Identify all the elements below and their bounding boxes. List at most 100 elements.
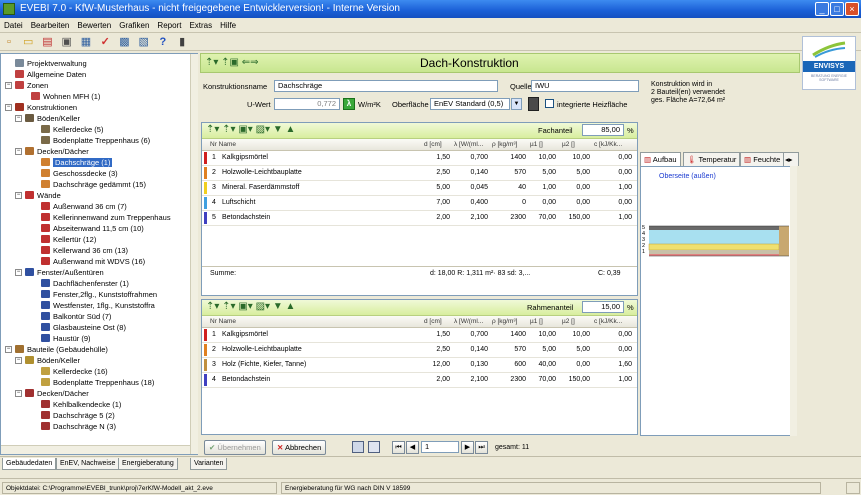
- tree-item[interactable]: Balkontür Süd (7): [41, 311, 111, 322]
- tree-item[interactable]: Dachflächenfenster (1): [41, 278, 129, 289]
- menu-item-6[interactable]: Hilfe: [216, 18, 240, 33]
- table-row[interactable]: 5 Betondachstein 2,00 2,100 2300 70,00 150,00 1…: [202, 211, 637, 226]
- tree-expand-toggle[interactable]: −: [15, 192, 22, 199]
- frame-share-input[interactable]: 15,00: [582, 301, 624, 313]
- tree-item[interactable]: Wände: [25, 190, 61, 201]
- header-tool-icons[interactable]: ⇡▾ ⇡▣ ⇐⇒: [205, 57, 259, 68]
- table-row[interactable]: 1 Kalkgipsmörtel 1,50 0,700 1400 10,00 10,00 0,…: [202, 328, 637, 343]
- open-icon[interactable]: ▭: [22, 36, 34, 48]
- cancel-button[interactable]: ✕ Abbrechen: [272, 440, 327, 455]
- tree-item[interactable]: Dachschräge 5 (2): [41, 410, 115, 421]
- tree-item[interactable]: Wohnen MFH (1): [31, 91, 100, 102]
- tree-item[interactable]: Böden/Keller: [25, 113, 80, 124]
- chevron-down-icon[interactable]: ▼: [511, 98, 522, 110]
- tree-item[interactable]: Decken/Dächer: [25, 146, 89, 157]
- tree-expand-toggle[interactable]: −: [15, 148, 22, 155]
- column-header[interactable]: c [kJ/Kk...: [594, 139, 622, 151]
- tree-item[interactable]: Westfenster, 1flg., Kunststoffra: [41, 300, 155, 311]
- tree-item[interactable]: Kehlbalkendecke (1): [41, 399, 121, 410]
- column-header[interactable]: µ1 []: [530, 316, 543, 328]
- table-row[interactable]: 1 Kalkgipsmörtel 1,50 0,700 1400 10,00 10,00 0,…: [202, 151, 637, 166]
- column-header[interactable]: d [cm]: [424, 139, 442, 151]
- tree-item[interactable]: Dachschräge gedämmt (15): [41, 179, 146, 190]
- tree-item[interactable]: Zonen: [15, 80, 48, 91]
- tree-item[interactable]: Dachschräge (1): [41, 157, 113, 168]
- tree-expand-toggle[interactable]: −: [5, 82, 12, 89]
- bottom-tab[interactable]: Varianten: [190, 458, 228, 470]
- calculate-u-value-icon[interactable]: λ: [343, 98, 355, 110]
- column-header[interactable]: ρ [kg/m³]: [492, 139, 517, 151]
- menu-item-5[interactable]: Extras: [185, 18, 216, 33]
- prev-record-icon[interactable]: ◀: [406, 441, 419, 454]
- bottom-tab[interactable]: Gebäudedaten: [2, 458, 57, 470]
- save-all-icon[interactable]: ▧: [138, 36, 150, 48]
- tab-scroll-arrows[interactable]: ◂▸: [783, 152, 799, 166]
- compartment-share-input[interactable]: 85,00: [582, 124, 624, 136]
- construction-name-input[interactable]: Dachschräge: [274, 80, 498, 92]
- exit-icon[interactable]: ▮: [176, 36, 188, 48]
- next-record-icon[interactable]: ▶: [461, 441, 474, 454]
- column-header[interactable]: µ2 []: [562, 139, 575, 151]
- catalog-icon[interactable]: [528, 97, 539, 111]
- tree-item[interactable]: Außenwand mit WDVS (16): [41, 256, 145, 267]
- tree-item[interactable]: Kellertür (12): [41, 234, 96, 245]
- table-row[interactable]: 2 Holzwolle-Leichtbauplatte 2,50 0,140 570 5,…: [202, 343, 637, 358]
- column-header[interactable]: c [kJ/Kk...: [594, 316, 622, 328]
- menu-item-4[interactable]: Report: [153, 18, 185, 33]
- save-icon[interactable]: ▩: [118, 36, 130, 48]
- tree-item[interactable]: Konstruktionen: [15, 102, 77, 113]
- tree-item[interactable]: Kellerwand 36 cm (13): [41, 245, 128, 256]
- tree-expand-toggle[interactable]: −: [5, 346, 12, 353]
- tree-expand-toggle[interactable]: −: [15, 269, 22, 276]
- menu-item-1[interactable]: Bearbeiten: [27, 18, 74, 33]
- record-number-input[interactable]: 1: [421, 441, 459, 453]
- tree-item[interactable]: Glasbausteine Ost (8): [41, 322, 126, 333]
- image-icon[interactable]: ▦: [80, 36, 92, 48]
- tree-item[interactable]: Bauteile (Gebäudehülle): [15, 344, 108, 355]
- tree-expand-toggle[interactable]: −: [15, 390, 22, 397]
- tree-item[interactable]: Allgemeine Daten: [15, 69, 86, 80]
- table-row[interactable]: 3 Holz (Fichte, Kiefer, Tanne) 12,00 0,130 6…: [202, 358, 637, 373]
- table-row[interactable]: 2 Holzwolle-Leichtbauplatte 2,50 0,140 570 5,…: [202, 166, 637, 181]
- bottom-tab[interactable]: EnEV, Nachweise: [56, 458, 120, 470]
- tab-temperatur[interactable]: 🌡 Temperatur: [683, 152, 741, 166]
- source-input[interactable]: IWU: [531, 80, 639, 92]
- tree-item[interactable]: Kellerdecke (16): [41, 366, 108, 377]
- apply-button[interactable]: ✔ Übernehmen: [204, 440, 266, 455]
- new-icon[interactable]: ▫: [3, 36, 15, 48]
- tree-item[interactable]: Abseitenwand 11,5 cm (10): [41, 223, 144, 234]
- integrated-heating-checkbox[interactable]: [545, 99, 554, 108]
- column-header[interactable]: λ [W/(ml...: [454, 139, 483, 151]
- close-button[interactable]: ×: [845, 2, 859, 16]
- tree-item[interactable]: Haustür (9): [41, 333, 91, 344]
- column-header[interactable]: Nr Name: [210, 316, 236, 328]
- grid2-rows[interactable]: 1 Kalkgipsmörtel 1,50 0,700 1400 10,00 10,00 0,…: [202, 328, 637, 428]
- print-icon[interactable]: ▣: [61, 36, 73, 48]
- grid1-tool-icons[interactable]: ⇡▾ ⇡▾ ▣▾ ▨▾ ▼ ▲: [206, 124, 295, 135]
- tree-item[interactable]: Bodenplatte Treppenhaus (18): [41, 377, 154, 388]
- help-icon[interactable]: ?: [157, 36, 169, 48]
- table-row[interactable]: 4 Luftschicht 7,00 0,400 0 0,00 0,00 0,00: [202, 196, 637, 211]
- menu-item-0[interactable]: Datei: [0, 18, 27, 33]
- project-tree[interactable]: Projektverwaltung Allgemeine Daten − Zonen W…: [0, 53, 198, 455]
- grid2-tool-icons[interactable]: ⇡▾ ⇡▾ ▣▾ ▨▾ ▼ ▲: [206, 301, 295, 312]
- column-header[interactable]: λ [W/(ml...: [454, 316, 483, 328]
- tree-item[interactable]: Decken/Dächer: [25, 388, 89, 399]
- print-preview-icon[interactable]: ▤: [41, 36, 53, 48]
- list-view-icon[interactable]: [368, 441, 380, 453]
- tree-expand-toggle[interactable]: −: [15, 115, 22, 122]
- tree-item[interactable]: Kellerinnenwand zum Treppenhaus: [41, 212, 171, 223]
- check-icon[interactable]: ✓: [99, 36, 111, 48]
- last-record-icon[interactable]: ⏭: [475, 441, 488, 454]
- tree-item[interactable]: Projektverwaltung: [15, 58, 87, 69]
- column-header[interactable]: ρ [kg/m³]: [492, 316, 517, 328]
- preview-scrollbar[interactable]: [790, 166, 797, 436]
- maximize-button[interactable]: □: [830, 2, 844, 16]
- tree-item[interactable]: Böden/Keller: [25, 355, 80, 366]
- tab-aufbau[interactable]: ▥ Aufbau: [640, 152, 681, 166]
- column-header[interactable]: µ2 []: [562, 316, 575, 328]
- first-record-icon[interactable]: ⏮: [392, 441, 405, 454]
- tree-expand-toggle[interactable]: −: [5, 104, 12, 111]
- column-header[interactable]: µ1 []: [530, 139, 543, 151]
- column-header[interactable]: Nr Name: [210, 139, 236, 151]
